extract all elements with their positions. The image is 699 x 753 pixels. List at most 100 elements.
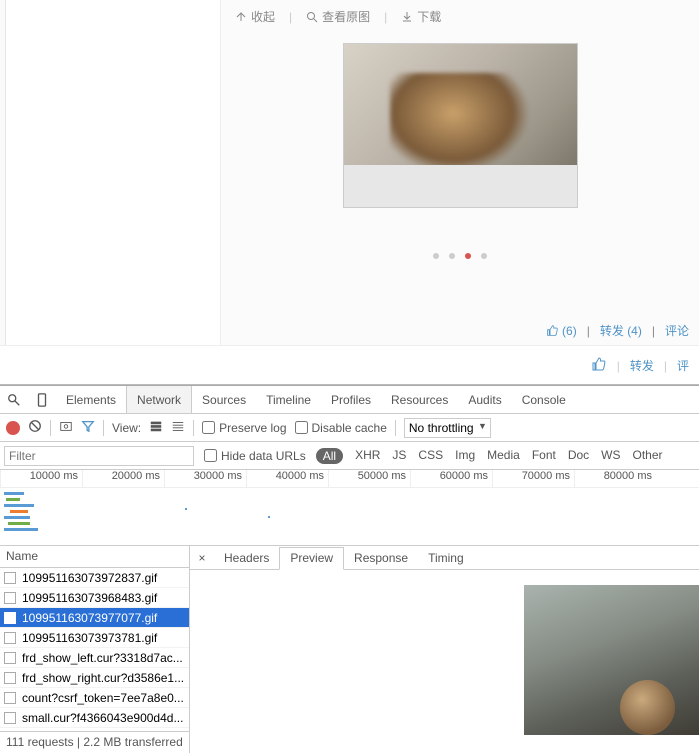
view-small-button[interactable] — [171, 419, 185, 436]
hide-data-urls-label: Hide data URLs — [221, 449, 306, 463]
separator: | — [664, 359, 667, 373]
devtools-panel: Elements Network Sources Timeline Profil… — [0, 385, 699, 753]
inspect-element-button[interactable] — [0, 393, 28, 407]
close-detail-button[interactable]: × — [190, 551, 214, 565]
request-row[interactable]: 109951163073973781.gif — [0, 628, 189, 648]
tab-resources[interactable]: Resources — [381, 386, 458, 413]
preview-pane — [190, 570, 699, 753]
detail-tab-headers[interactable]: Headers — [214, 546, 279, 569]
filter-img[interactable]: Img — [455, 448, 475, 464]
request-list-header[interactable]: Name — [0, 546, 189, 568]
detail-tab-preview[interactable]: Preview — [279, 547, 344, 570]
forward-button[interactable]: 转发 (4) — [600, 322, 642, 339]
separator: | — [289, 10, 292, 24]
request-name: 109951163073968483.gif — [22, 591, 157, 605]
filter-font[interactable]: Font — [532, 448, 556, 464]
timeline-ticks: 10000 ms 20000 ms 30000 ms 40000 ms 5000… — [0, 470, 699, 488]
pager-dots[interactable] — [221, 253, 699, 259]
filter-ws[interactable]: WS — [601, 448, 620, 464]
view-label: View: — [112, 421, 141, 435]
dot-4[interactable] — [481, 253, 487, 259]
file-icon — [4, 692, 16, 704]
media-image[interactable] — [343, 43, 578, 208]
download-button[interactable]: 下载 — [401, 8, 441, 25]
request-name: 109951163073972837.gif — [22, 571, 157, 585]
request-row[interactable]: 109951163073977077.gif — [0, 608, 189, 628]
filter-all[interactable]: All — [316, 448, 343, 464]
throttling-select-wrap: No throttling — [404, 418, 491, 438]
request-detail: × Headers Preview Response Timing — [190, 546, 699, 753]
filter-toggle-button[interactable] — [81, 419, 95, 436]
request-name: frd_show_right.cur?d3586e1... — [22, 671, 184, 685]
request-row[interactable]: frd_show_right.cur?d3586e1... — [0, 668, 189, 688]
context-bar: | 转发 | 评 — [0, 345, 699, 385]
disable-cache-label: Disable cache — [312, 421, 387, 435]
separator: | — [384, 10, 387, 24]
view-large-button[interactable] — [149, 419, 163, 436]
throttling-select[interactable]: No throttling — [404, 418, 491, 438]
capture-screenshot-button[interactable] — [59, 419, 73, 436]
filter-xhr[interactable]: XHR — [355, 448, 380, 464]
filter-css[interactable]: CSS — [418, 448, 443, 464]
download-label: 下载 — [417, 8, 441, 25]
separator — [395, 420, 396, 436]
preserve-log-checkbox[interactable]: Preserve log — [202, 421, 286, 435]
separator — [193, 420, 194, 436]
filter-doc[interactable]: Doc — [568, 448, 589, 464]
comment-button[interactable]: 评论 — [665, 322, 689, 339]
detail-tabs: × Headers Preview Response Timing — [190, 546, 699, 570]
network-split: Name 109951163073972837.gif1099511630739… — [0, 546, 699, 753]
disable-cache-checkbox[interactable]: Disable cache — [295, 421, 387, 435]
clear-button[interactable] — [28, 419, 42, 436]
separator: | — [587, 324, 590, 338]
magnify-icon — [306, 11, 318, 23]
network-timeline[interactable]: 10000 ms 20000 ms 30000 ms 40000 ms 5000… — [0, 470, 699, 546]
file-icon — [4, 572, 16, 584]
network-filterbar: Hide data URLs All XHR JS CSS Img Media … — [0, 442, 699, 470]
tick: 60000 ms — [410, 470, 492, 487]
view-original-button[interactable]: 查看原图 — [306, 8, 370, 25]
file-icon — [4, 612, 16, 624]
preview-image[interactable] — [524, 585, 699, 735]
detail-tab-response[interactable]: Response — [344, 546, 418, 569]
file-icon — [4, 652, 16, 664]
dot-1[interactable] — [433, 253, 439, 259]
request-row[interactable]: count?csrf_token=7ee7a8e0... — [0, 688, 189, 708]
dot-3-current[interactable] — [465, 253, 471, 259]
filter-other[interactable]: Other — [633, 448, 663, 464]
collapse-button[interactable]: 收起 — [235, 8, 275, 25]
tab-network[interactable]: Network — [126, 386, 192, 413]
filter-input[interactable] — [4, 446, 194, 466]
request-row[interactable]: small.cur?f4366043e900d4d... — [0, 708, 189, 728]
detail-tab-timing[interactable]: Timing — [418, 546, 474, 569]
hide-data-urls-checkbox[interactable]: Hide data URLs — [204, 449, 306, 463]
device-mode-button[interactable] — [28, 393, 56, 407]
page-sidebar-edge — [0, 0, 6, 345]
tab-sources[interactable]: Sources — [192, 386, 256, 413]
separator: | — [617, 359, 620, 373]
request-row[interactable]: frd_show_left.cur?3318d7ac... — [0, 648, 189, 668]
request-rows: 109951163073972837.gif 109951163073968483… — [0, 568, 189, 731]
request-row[interactable]: 109951163073968483.gif — [0, 588, 189, 608]
ctx-forward[interactable]: 转发 — [630, 357, 654, 374]
preserve-log-label: Preserve log — [219, 421, 286, 435]
tab-audits[interactable]: Audits — [458, 386, 511, 413]
filter-media[interactable]: Media — [487, 448, 520, 464]
ctx-review[interactable]: 评 — [677, 357, 689, 374]
record-button[interactable] — [6, 421, 20, 435]
tab-profiles[interactable]: Profiles — [321, 386, 381, 413]
request-row[interactable]: 109951163073972837.gif — [0, 568, 189, 588]
webpage-area: 收起 | 查看原图 | 下载 (6) | — [0, 0, 699, 385]
media-toolbar: 收起 | 查看原图 | 下载 — [221, 0, 699, 33]
filter-js[interactable]: JS — [392, 448, 406, 464]
tab-console[interactable]: Console — [512, 386, 576, 413]
tab-timeline[interactable]: Timeline — [256, 386, 321, 413]
separator: | — [652, 324, 655, 338]
tab-elements[interactable]: Elements — [56, 386, 126, 413]
tick: 80000 ms — [574, 470, 656, 487]
separator — [50, 420, 51, 436]
dot-2[interactable] — [449, 253, 455, 259]
like-button[interactable]: (6) — [546, 324, 577, 338]
thumbs-up-icon[interactable] — [591, 356, 607, 375]
request-name: small.cur?f4366043e900d4d... — [22, 711, 183, 725]
